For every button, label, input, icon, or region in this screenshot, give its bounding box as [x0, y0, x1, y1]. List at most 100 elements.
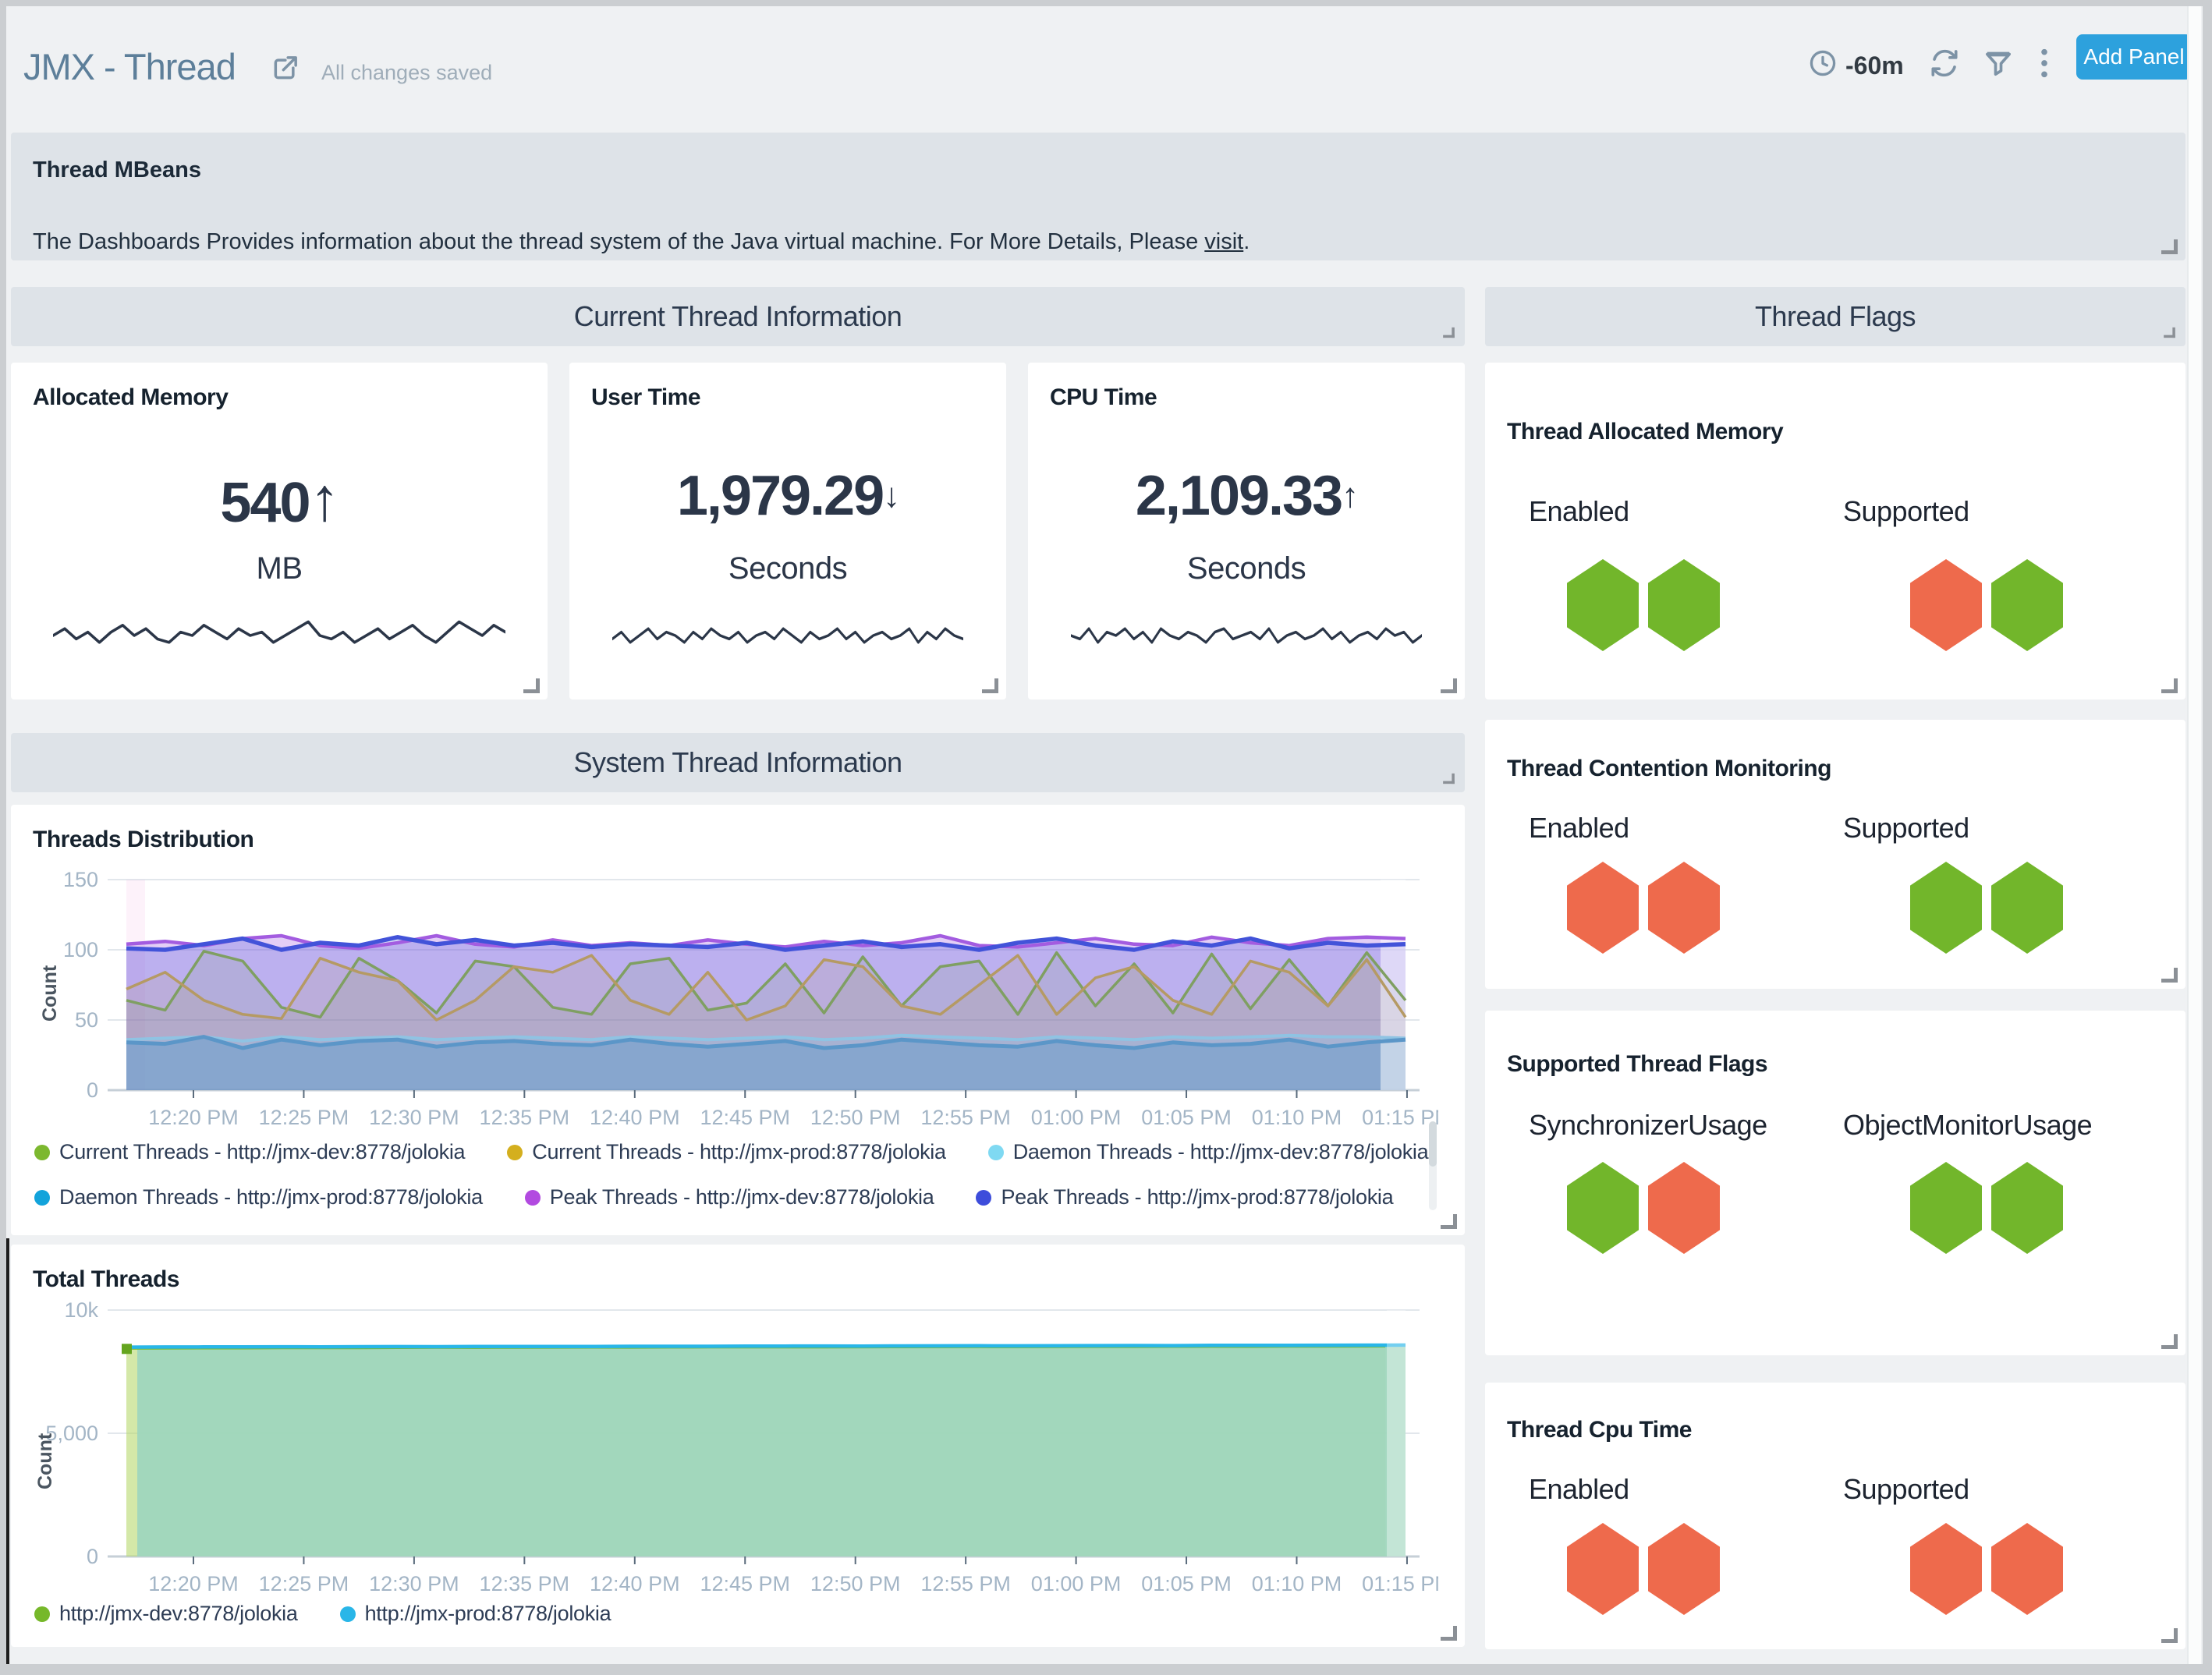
- legend-item[interactable]: Daemon Threads - http://jmx-dev:8778/jol…: [988, 1140, 1429, 1164]
- legend-dot: [525, 1190, 541, 1206]
- visit-link[interactable]: visit: [1204, 229, 1243, 254]
- metric-value: 2,109.33↑: [1028, 464, 1465, 528]
- svg-text:01:05 PM: 01:05 PM: [1141, 1106, 1232, 1129]
- status-hexagon: [1567, 559, 1639, 651]
- svg-text:01:00 PM: 01:00 PM: [1031, 1572, 1122, 1595]
- svg-text:12:55 PM: 12:55 PM: [920, 1106, 1011, 1129]
- legend-item[interactable]: http://jmx-dev:8778/jolokia: [34, 1602, 298, 1626]
- svg-text:12:35 PM: 12:35 PM: [480, 1106, 570, 1129]
- legend-item[interactable]: http://jmx-prod:8778/jolokia: [340, 1602, 611, 1626]
- status-hexagons: [1567, 1523, 1720, 1615]
- resize-handle-icon[interactable]: [982, 678, 998, 693]
- svg-text:01:15 PM: 01:15 PM: [1362, 1106, 1438, 1129]
- add-panel-button[interactable]: Add Panel: [2076, 34, 2192, 80]
- svg-text:12:50 PM: 12:50 PM: [810, 1106, 901, 1129]
- legend-dot: [34, 1190, 50, 1206]
- resize-handle-icon[interactable]: [523, 678, 540, 693]
- chart-title: Threads Distribution: [33, 827, 253, 853]
- status-hexagon: [1567, 1162, 1639, 1254]
- status-hexagon: [1910, 559, 1982, 651]
- svg-text:12:40 PM: 12:40 PM: [590, 1106, 680, 1129]
- resize-handle-icon[interactable]: [2161, 1628, 2178, 1643]
- svg-text:01:05 PM: 01:05 PM: [1141, 1572, 1232, 1595]
- status-hexagon: [1991, 1162, 2063, 1254]
- svg-text:12:20 PM: 12:20 PM: [148, 1106, 239, 1129]
- legend-item[interactable]: Daemon Threads - http://jmx-prod:8778/jo…: [34, 1185, 483, 1209]
- chart-legend-row: Current Threads - http://jmx-dev:8778/jo…: [34, 1140, 1428, 1164]
- legend-item[interactable]: Current Threads - http://jmx-prod:8778/j…: [507, 1140, 945, 1164]
- svg-text:12:45 PM: 12:45 PM: [700, 1572, 790, 1595]
- flag-panel-thread-allocated-memory: Thread Allocated Memory Enabled Supporte…: [1485, 363, 2185, 699]
- threads-distribution-chart[interactable]: 15010050012:20 PM12:25 PM12:30 PM12:35 P…: [27, 869, 1438, 1138]
- legend-item[interactable]: Current Threads - http://jmx-dev:8778/jo…: [34, 1140, 465, 1164]
- status-hexagon: [1910, 862, 1982, 954]
- legend-dot: [976, 1190, 991, 1206]
- metric-panel-user-time: User Time 1,979.29↓ Seconds: [569, 363, 1006, 699]
- legend-scrollbar[interactable]: [1429, 1121, 1437, 1210]
- clock-icon[interactable]: [1808, 48, 1838, 78]
- legend-item[interactable]: Peak Threads - http://jmx-dev:8778/jolok…: [525, 1185, 934, 1209]
- filter-icon[interactable]: [1983, 48, 2014, 80]
- resize-handle-icon[interactable]: [2161, 1334, 2178, 1349]
- resize-handle-icon[interactable]: [1441, 1214, 1457, 1229]
- flag-panel-thread-contention: Thread Contention Monitoring Enabled Sup…: [1485, 720, 2185, 989]
- resize-handle-icon[interactable]: [1443, 774, 1455, 784]
- svg-text:12:30 PM: 12:30 PM: [369, 1572, 459, 1595]
- section-header-system-thread: System Thread Information: [11, 733, 1465, 792]
- section-header-current-thread: Current Thread Information: [11, 287, 1465, 346]
- trend-down-icon: ↓: [883, 476, 899, 515]
- share-icon[interactable]: [269, 53, 300, 84]
- trend-up-icon: ↑: [310, 465, 339, 533]
- resize-handle-icon[interactable]: [2161, 678, 2178, 693]
- resize-handle-icon[interactable]: [1441, 1626, 1457, 1641]
- page-scrollbar[interactable]: [2187, 6, 2201, 1664]
- status-hexagon: [1648, 1523, 1720, 1615]
- metric-panel-allocated-memory: Allocated Memory 540↑ MB: [11, 363, 548, 699]
- time-range-value[interactable]: -60m: [1845, 51, 1904, 80]
- total-threads-chart[interactable]: 10k5,000012:20 PM12:25 PM12:30 PM12:35 P…: [27, 1294, 1438, 1606]
- metric-value: 540↑: [11, 464, 548, 535]
- panel-focus-edge: [6, 1238, 9, 1664]
- refresh-icon[interactable]: [1928, 47, 1961, 80]
- metric-unit: Seconds: [569, 551, 1006, 586]
- svg-text:0: 0: [87, 1078, 98, 1102]
- sparkline-chart: [53, 611, 505, 660]
- status-hexagons: [1910, 1523, 2063, 1615]
- chart-legend-row: Daemon Threads - http://jmx-prod:8778/jo…: [34, 1185, 1393, 1209]
- thread-mbeans-panel: Thread MBeans The Dashboards Provides in…: [11, 133, 2185, 260]
- flag-group-label: Enabled: [1529, 1473, 1629, 1506]
- flag-panel-title: Supported Thread Flags: [1507, 1051, 1767, 1078]
- status-hexagon: [1567, 862, 1639, 954]
- section-header-thread-flags: Thread Flags: [1485, 287, 2185, 346]
- status-hexagon: [1910, 1162, 1982, 1254]
- status-hexagons: [1910, 862, 2063, 954]
- threads-distribution-panel: Threads Distribution 15010050012:20 PM12…: [11, 805, 1465, 1235]
- flag-group-label: ObjectMonitorUsage: [1843, 1109, 2092, 1142]
- mbeans-description: The Dashboards Provides information abou…: [33, 229, 1250, 255]
- legend-item[interactable]: Peak Threads - http://jmx-prod:8778/jolo…: [976, 1185, 1393, 1209]
- resize-handle-icon[interactable]: [2161, 968, 2178, 983]
- status-hexagon: [1648, 862, 1720, 954]
- page-title: JMX - Thread: [23, 45, 236, 88]
- resize-handle-icon[interactable]: [1441, 678, 1457, 693]
- svg-text:12:55 PM: 12:55 PM: [920, 1572, 1011, 1595]
- svg-text:0: 0: [87, 1545, 98, 1568]
- metric-value: 1,979.29↓: [569, 464, 1006, 528]
- svg-text:01:00 PM: 01:00 PM: [1031, 1106, 1122, 1129]
- svg-text:01:10 PM: 01:10 PM: [1252, 1572, 1342, 1595]
- metric-unit: Seconds: [1028, 551, 1465, 586]
- kebab-menu-icon[interactable]: [2034, 47, 2054, 80]
- resize-handle-icon[interactable]: [2161, 239, 2178, 254]
- metric-unit: MB: [11, 551, 548, 586]
- svg-text:150: 150: [63, 869, 98, 891]
- svg-text:01:15 PM: 01:15 PM: [1362, 1572, 1438, 1595]
- status-hexagons: [1910, 1162, 2063, 1254]
- sparkline-chart: [1071, 611, 1422, 660]
- metric-title: Allocated Memory: [33, 384, 228, 411]
- resize-handle-icon[interactable]: [2164, 328, 2175, 338]
- metric-title: User Time: [591, 384, 700, 411]
- status-hexagons: [1567, 862, 1720, 954]
- legend-dot: [34, 1145, 50, 1160]
- resize-handle-icon[interactable]: [1443, 328, 1455, 338]
- svg-text:10k: 10k: [64, 1298, 98, 1322]
